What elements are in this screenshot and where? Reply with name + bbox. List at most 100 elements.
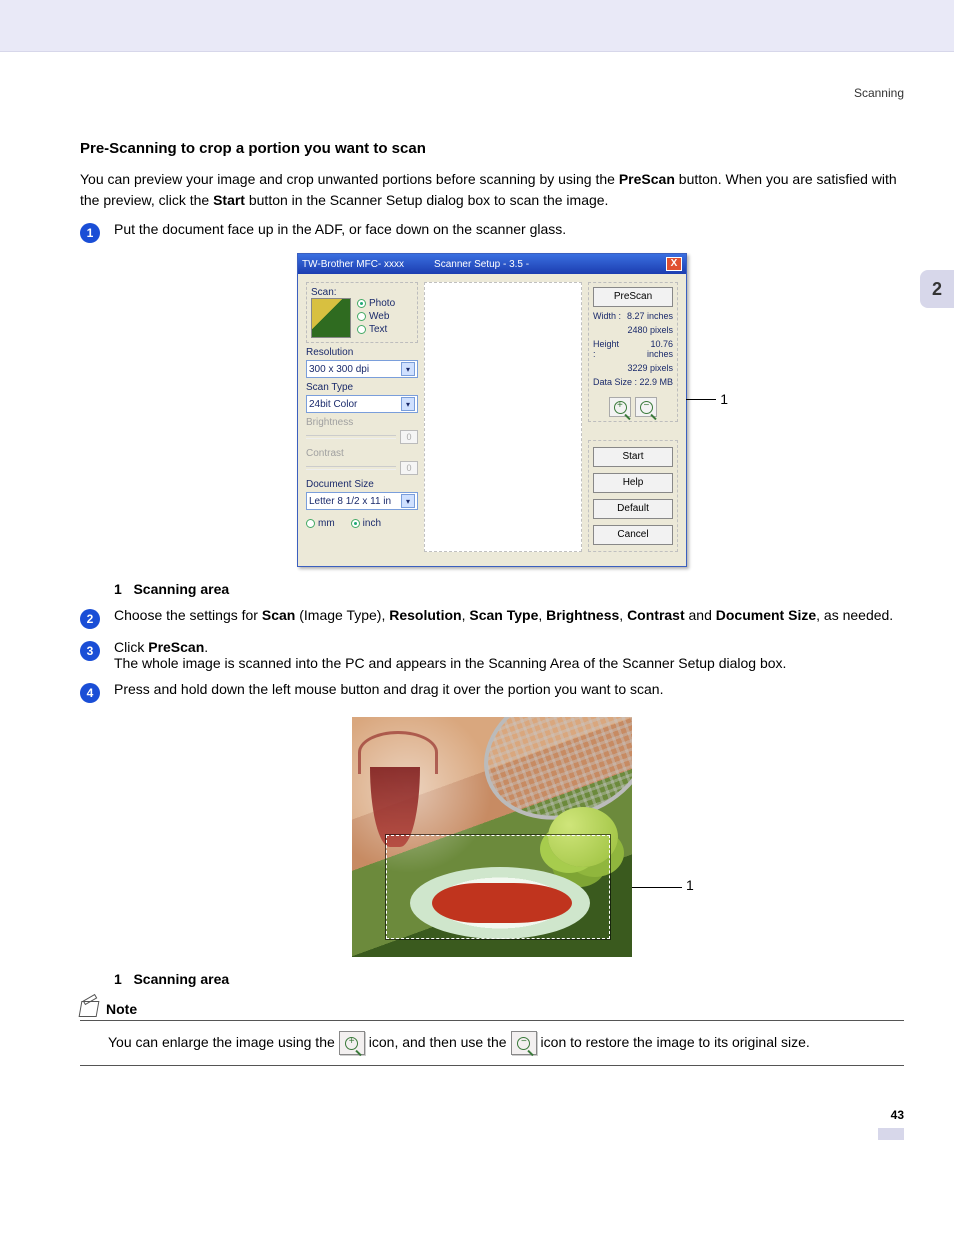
s2-b3: Scan Type <box>469 607 538 623</box>
step-4-text: Press and hold down the left mouse butto… <box>114 681 904 697</box>
height-key: Height : <box>593 339 623 359</box>
contrast-label: Contrast <box>306 448 418 459</box>
radio-text-label: Text <box>369 324 387 335</box>
scanning-area-preview[interactable] <box>424 282 582 552</box>
s2-b6: Document Size <box>716 607 816 623</box>
s2-b5: Contrast <box>627 607 685 623</box>
intro-bold-prescan: PreScan <box>619 171 675 187</box>
radio-web-label: Web <box>369 311 389 322</box>
scantype-value: 24bit Color <box>309 399 357 410</box>
resolution-label: Resolution <box>306 347 418 358</box>
crop-selection-rectangle[interactable] <box>386 835 610 939</box>
radio-web[interactable]: Web <box>357 311 395 322</box>
dialog-right-panel: PreScan Width :8.27 inches 2480 pixels H… <box>588 282 678 552</box>
caption-1-text: Scanning area <box>133 581 229 597</box>
s2-b4: Brightness <box>546 607 619 623</box>
radio-inch[interactable]: inch <box>351 518 381 529</box>
top-banner <box>0 0 954 52</box>
radio-text[interactable]: Text <box>357 324 395 335</box>
width-key: Width : <box>593 311 621 321</box>
note-t1: You can enlarge the image using the <box>108 1031 335 1055</box>
zoom-out-icon[interactable]: − <box>635 397 657 417</box>
brightness-label: Brightness <box>306 417 418 428</box>
step-2: 2 Choose the settings for Scan (Image Ty… <box>80 607 904 629</box>
scan-fieldset: Scan: Photo Web Text <box>306 282 418 343</box>
intro-bold-start: Start <box>213 192 245 208</box>
zoom-in-icon[interactable]: + <box>609 397 631 417</box>
note-title: Note <box>106 1001 137 1017</box>
note-t3: icon to restore the image to its origina… <box>541 1031 810 1055</box>
s2-b1: Scan <box>262 607 295 623</box>
scantype-dropdown[interactable]: 24bit Color ▾ <box>306 395 418 413</box>
datasize-key: Data Size : <box>593 377 637 387</box>
chapter-tab: 2 <box>920 270 954 308</box>
caption-2-num: 1 <box>114 971 122 987</box>
s3-t2: . <box>204 639 208 655</box>
s3-line2: The whole image is scanned into the PC a… <box>114 655 786 671</box>
width-val2: 2480 pixels <box>627 325 673 335</box>
magnify-plus-icon[interactable]: + <box>339 1031 365 1055</box>
s2-t2: (Image Type), <box>295 607 389 623</box>
scantype-label: Scan Type <box>306 382 418 393</box>
step-1-text: Put the document face up in the ADF, or … <box>114 221 904 237</box>
contrast-slider[interactable]: 0 <box>306 461 418 475</box>
step-3: 3 Click PreScan. The whole image is scan… <box>80 639 904 671</box>
chevron-down-icon[interactable]: ▾ <box>401 494 415 508</box>
datasize-val: 22.9 MB <box>639 377 673 387</box>
page-content: Scanning 2 Pre-Scanning to crop a portio… <box>0 52 954 1142</box>
photo-callout-line <box>632 887 682 888</box>
section-header: Scanning <box>80 86 904 100</box>
radio-mm-label: mm <box>318 518 335 529</box>
default-button[interactable]: Default <box>593 499 673 519</box>
docsize-label: Document Size <box>306 479 418 490</box>
radio-mm[interactable]: mm <box>306 518 335 529</box>
docsize-dropdown[interactable]: Letter 8 1/2 x 11 in ▾ <box>306 492 418 510</box>
dialog-left-panel: Scan: Photo Web Text Resolution 300 x 30… <box>306 282 418 552</box>
radio-photo[interactable]: Photo <box>357 298 395 309</box>
s2-t7: , as needed. <box>816 607 893 623</box>
step-badge-4: 4 <box>80 683 100 703</box>
caption-1-num: 1 <box>114 581 122 597</box>
dialog-titlebar: TW-Brother MFC- xxxx Scanner Setup - 3.5… <box>298 254 686 274</box>
brightness-slider[interactable]: 0 <box>306 430 418 444</box>
note-block: Note You can enlarge the image using the… <box>80 1001 904 1066</box>
example-photo-wrap: 1 <box>352 717 632 957</box>
height-val2: 3229 pixels <box>627 363 673 373</box>
callout-line-1 <box>686 399 716 400</box>
resolution-value: 300 x 300 dpi <box>309 364 369 375</box>
note-body: You can enlarge the image using the + ic… <box>80 1031 904 1066</box>
chevron-down-icon[interactable]: ▾ <box>401 397 415 411</box>
brightness-value: 0 <box>400 430 418 444</box>
start-button[interactable]: Start <box>593 447 673 467</box>
intro-text-1: You can preview your image and crop unwa… <box>80 171 619 187</box>
contrast-value: 0 <box>400 461 418 475</box>
page-number: 43 <box>891 1108 904 1122</box>
help-button[interactable]: Help <box>593 473 673 493</box>
chevron-down-icon[interactable]: ▾ <box>401 362 415 376</box>
step-1: 1 Put the document face up in the ADF, o… <box>80 221 904 243</box>
s2-t6: and <box>685 607 716 623</box>
cancel-button[interactable]: Cancel <box>593 525 673 545</box>
dialog-title-left: TW-Brother MFC- xxxx <box>302 259 404 270</box>
caption-1: 1 Scanning area <box>114 581 904 597</box>
radio-photo-label: Photo <box>369 298 395 309</box>
radio-inch-label: inch <box>363 518 381 529</box>
magnify-minus-icon[interactable]: − <box>511 1031 537 1055</box>
footer-accent-block <box>878 1128 904 1140</box>
step-badge-1: 1 <box>80 223 100 243</box>
photo-callout-number: 1 <box>686 877 694 893</box>
scan-thumbnail <box>311 298 351 338</box>
step-badge-2: 2 <box>80 609 100 629</box>
s3-t1: Click <box>114 639 148 655</box>
callout-number-1: 1 <box>720 391 728 407</box>
prescan-button[interactable]: PreScan <box>593 287 673 307</box>
scanner-setup-dialog: TW-Brother MFC- xxxx Scanner Setup - 3.5… <box>297 253 687 567</box>
height-val1: 10.76 inches <box>623 339 673 359</box>
page-heading: Pre-Scanning to crop a portion you want … <box>80 140 904 157</box>
scan-label: Scan: <box>311 287 413 298</box>
close-icon[interactable]: X <box>666 257 682 271</box>
s2-t5: , <box>619 607 627 623</box>
step-badge-3: 3 <box>80 641 100 661</box>
step-3-text: Click PreScan. The whole image is scanne… <box>114 639 904 671</box>
resolution-dropdown[interactable]: 300 x 300 dpi ▾ <box>306 360 418 378</box>
